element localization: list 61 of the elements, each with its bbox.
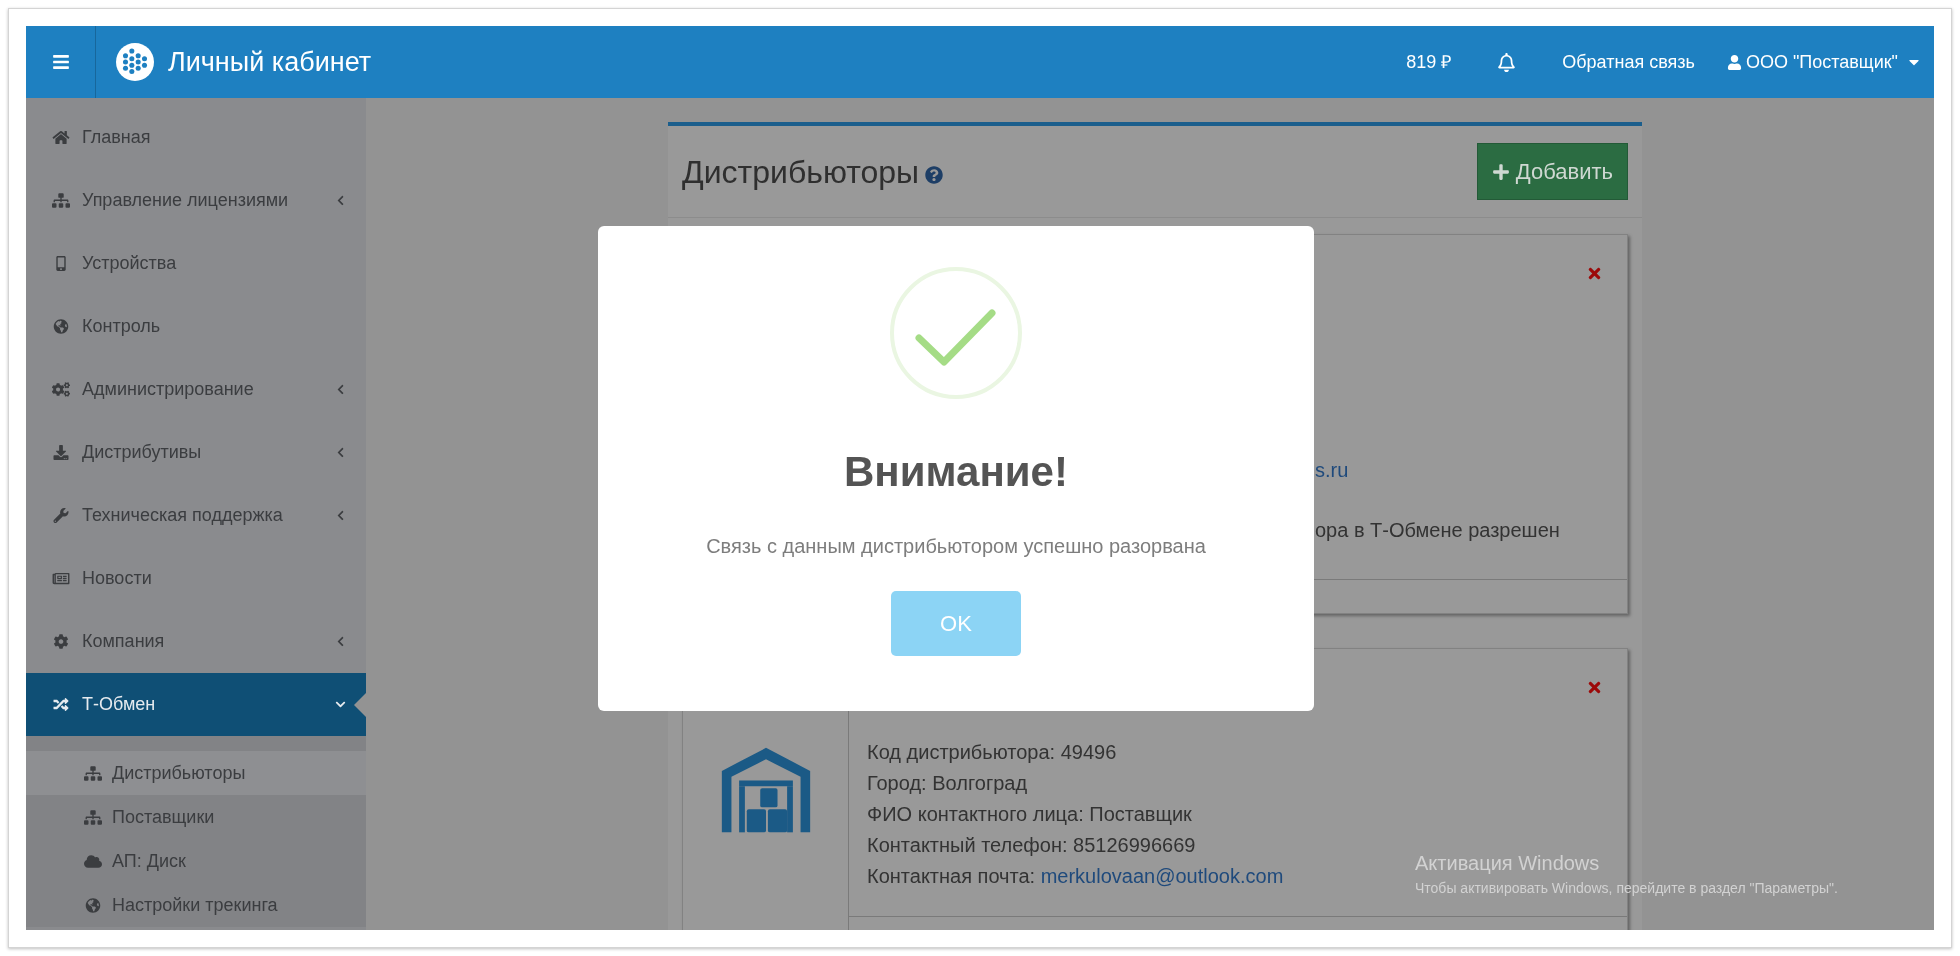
page-title: Дистрибьюторы: [682, 152, 920, 192]
detail-text: ора в Т-Обмене разрешен: [1315, 519, 1560, 541]
dialog-title: Внимание!: [844, 447, 1068, 497]
sidebar-item[interactable]: Техническая поддержка: [26, 484, 366, 547]
download-icon: [52, 445, 70, 460]
delete-icon[interactable]: [1586, 679, 1603, 696]
globe-icon: [84, 897, 102, 913]
activation-notice-title: Активация Windows: [1415, 851, 1601, 876]
detail-text: ФИО контактного лица: Поставщик: [867, 803, 1192, 825]
sitemap-icon: [52, 193, 70, 208]
detail-text: Город: Волгоград: [867, 772, 1028, 794]
settings-icon: [52, 634, 70, 649]
email-link[interactable]: merkulovaan@outlook.com: [1040, 865, 1284, 887]
user-icon: [1726, 54, 1742, 70]
shuffle-icon: [52, 697, 70, 712]
chevron-icon: [335, 195, 346, 206]
sidebar-item[interactable]: Контроль: [26, 295, 366, 358]
submenu-item[interactable]: АП: Диск: [26, 839, 366, 883]
app-title: Личный кабинет: [168, 45, 372, 79]
sitemap-icon: [84, 809, 102, 825]
delete-icon[interactable]: [1586, 265, 1603, 282]
submenu-item[interactable]: Поставщики: [26, 795, 366, 839]
sidebar-item[interactable]: Т-Обмен: [26, 673, 366, 736]
chevron-icon: [335, 636, 346, 647]
wrench-icon: [52, 508, 70, 523]
submenu-item[interactable]: Настройки трекинга: [26, 883, 366, 927]
gears-icon: [52, 382, 70, 397]
sidebar-item[interactable]: Компания: [26, 610, 366, 673]
newspaper-icon: [52, 571, 70, 586]
add-button[interactable]: Добавить: [1476, 143, 1628, 200]
chevron-icon: [335, 384, 346, 395]
sidebar-item[interactable]: Новости: [26, 547, 366, 610]
detail-text: Код дистрибьютора: 49496: [867, 741, 1117, 763]
sidebar-item[interactable]: Администрирование: [26, 358, 366, 421]
email-link[interactable]: s.ru: [1315, 459, 1349, 481]
ok-button[interactable]: OK: [891, 591, 1021, 656]
home-icon: [52, 130, 70, 145]
submenu-item[interactable]: Дистрибьюторы: [26, 751, 366, 795]
dialog-message: Связь с данным дистрибьютором успешно разорвана: [706, 534, 1206, 559]
balance[interactable]: 819 ₽: [1392, 48, 1466, 76]
chevron-icon: [335, 510, 346, 521]
feedback-link[interactable]: Обратная связь: [1548, 48, 1709, 76]
sitemap-icon: [84, 765, 102, 781]
globe-icon: [52, 319, 70, 334]
cloud-icon: [84, 853, 102, 869]
logo-icon: [116, 43, 154, 81]
sidebar-item[interactable]: Дистрибутивы: [26, 421, 366, 484]
chevron-icon: [335, 699, 346, 710]
menu-icon: [51, 53, 70, 71]
plus-icon: [1491, 162, 1510, 181]
detail-text: Контактная почта:: [867, 865, 1037, 887]
sidebar-item[interactable]: Устройства: [26, 232, 366, 295]
success-check-icon: [889, 266, 1023, 400]
chevron-icon: [335, 447, 346, 458]
sidebar-item[interactable]: Управление лицензиями: [26, 169, 366, 232]
detail-text: Контактный телефон: 85126996669: [867, 834, 1196, 856]
help-icon: [925, 165, 944, 184]
user-menu[interactable]: ООО "Поставщик": [1726, 48, 1922, 76]
sidebar-item[interactable]: Главная: [26, 106, 366, 169]
bell-icon: [1497, 52, 1517, 72]
activation-notice-text: Чтобы активировать Windows, перейдите в раздел "Параметры".: [1415, 879, 1838, 898]
